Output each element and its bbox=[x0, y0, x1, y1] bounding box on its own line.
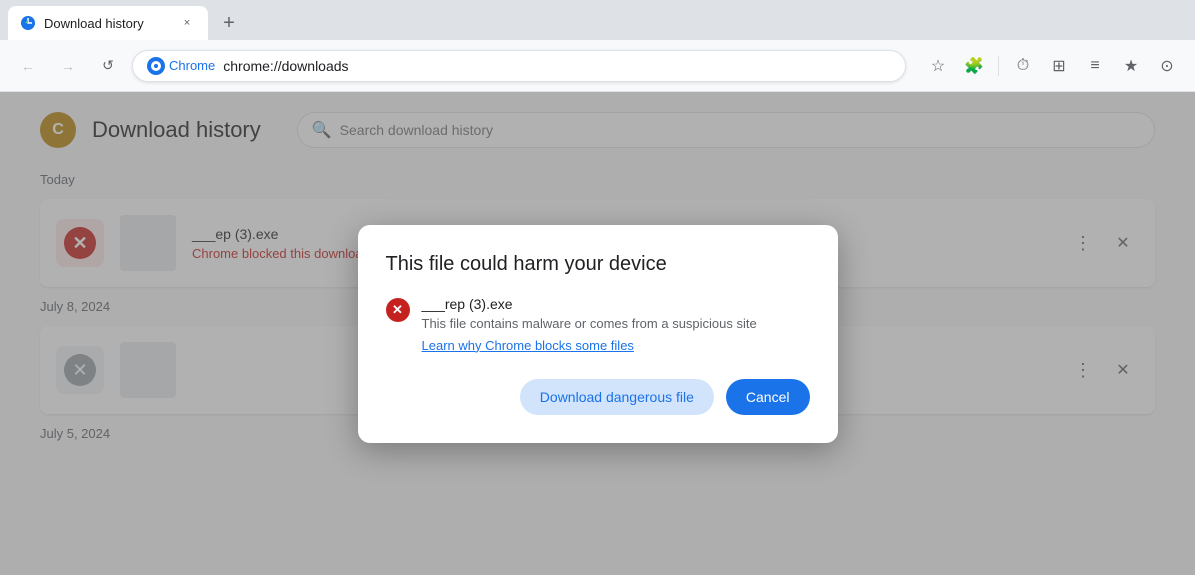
star-icon[interactable]: ☆ bbox=[922, 50, 954, 82]
modal-overlay: This file could harm your device ✕ ___re… bbox=[0, 92, 1195, 575]
bookmarks-icon[interactable]: ★ bbox=[1115, 50, 1147, 82]
dialog-title: This file could harm your device bbox=[386, 253, 810, 276]
browser-window: Download history × + ← → ↺ Chrome chrome… bbox=[0, 0, 1195, 575]
chrome-label: Chrome bbox=[169, 58, 215, 73]
main-content: C Download history 🔍 Today ✕ ___ep (3).e… bbox=[0, 92, 1195, 575]
dialog-file-row: ✕ ___rep (3).exe This file contains malw… bbox=[386, 296, 810, 355]
chrome-badge bbox=[147, 57, 165, 75]
learn-more-link[interactable]: Learn why Chrome blocks some files bbox=[422, 338, 634, 353]
tab-bar: Download history × + bbox=[0, 0, 1195, 40]
toolbar-divider bbox=[998, 56, 999, 76]
extensions-icon[interactable]: 🧩 bbox=[958, 50, 990, 82]
dialog-buttons: Download dangerous file Cancel bbox=[386, 379, 810, 415]
url-bar[interactable]: Chrome chrome://downloads bbox=[132, 50, 906, 82]
url-favicon: Chrome bbox=[147, 57, 215, 75]
cancel-button[interactable]: Cancel bbox=[726, 379, 810, 415]
url-text: chrome://downloads bbox=[223, 58, 891, 74]
forward-button[interactable]: → bbox=[52, 50, 84, 82]
dialog-file-description: This file contains malware or comes from… bbox=[422, 316, 757, 331]
dialog-file-info: ___rep (3).exe This file contains malwar… bbox=[422, 296, 757, 355]
toolbar-icons: ☆ 🧩 ⏱ ⊞ ≡ ★ ⊙ bbox=[922, 50, 1183, 82]
reload-button[interactable]: ↺ bbox=[92, 50, 124, 82]
dialog-file-name: ___rep (3).exe bbox=[422, 296, 757, 312]
history-icon[interactable]: ⏱ bbox=[1007, 50, 1039, 82]
profile-icon[interactable]: ⊙ bbox=[1151, 50, 1183, 82]
tab-close-button[interactable]: × bbox=[178, 14, 196, 32]
active-tab[interactable]: Download history × bbox=[8, 6, 208, 40]
reader-icon[interactable]: ≡ bbox=[1079, 50, 1111, 82]
tab-favicon bbox=[20, 15, 36, 31]
address-bar: ← → ↺ Chrome chrome://downloads ☆ 🧩 ⏱ ⊞ … bbox=[0, 40, 1195, 92]
tabs-icon[interactable]: ⊞ bbox=[1043, 50, 1075, 82]
new-tab-button[interactable]: + bbox=[212, 6, 246, 40]
tab-title: Download history bbox=[44, 16, 170, 31]
back-button[interactable]: ← bbox=[12, 50, 44, 82]
dialog-error-icon: ✕ bbox=[386, 298, 410, 322]
danger-dialog: This file could harm your device ✕ ___re… bbox=[358, 225, 838, 443]
download-dangerous-button[interactable]: Download dangerous file bbox=[520, 379, 714, 415]
